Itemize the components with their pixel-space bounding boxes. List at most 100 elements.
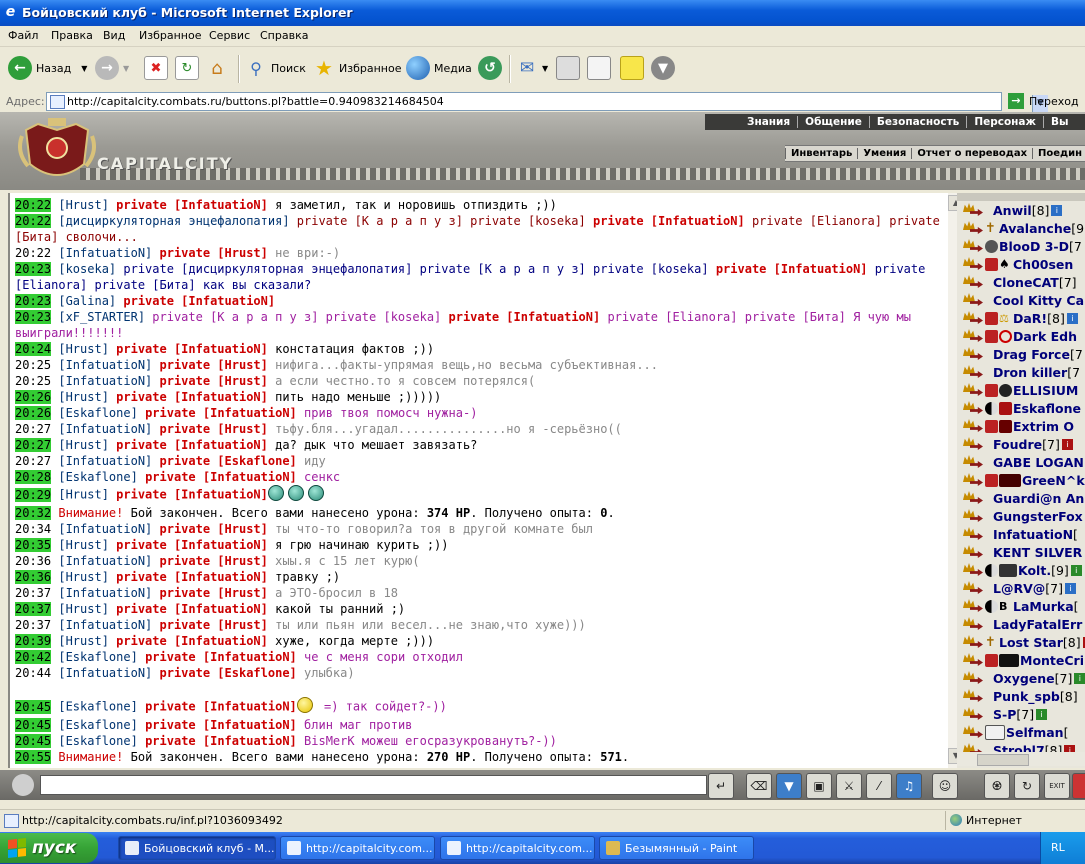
refresh-button[interactable]: ↻ — [175, 53, 199, 83]
user-info-icon[interactable]: i — [1070, 564, 1082, 576]
user-info-icon[interactable]: i — [1036, 708, 1048, 720]
user-name[interactable]: Ch00sen — [1013, 257, 1073, 272]
user-row[interactable]: LadyFatalErr — [963, 615, 1082, 633]
chat-timestamp[interactable]: 20:28 — [15, 470, 52, 484]
nav-skills[interactable]: Умения — [857, 148, 911, 159]
chat-recipient[interactable]: private [Hrust] — [152, 374, 268, 388]
chat-timestamp[interactable]: 20:25 — [15, 358, 51, 372]
chat-recipient[interactable]: private [Hrust] — [152, 358, 268, 372]
clan-badge-icon[interactable] — [985, 329, 1013, 343]
private-message-icon[interactable] — [963, 401, 983, 415]
taskbar-item-ie-game[interactable]: Бойцовский клуб - М... — [118, 836, 276, 860]
user-name[interactable]: GungsterFox — [993, 509, 1083, 524]
menu-file[interactable]: Файл — [8, 29, 38, 42]
taskbar-item-ie-2[interactable]: http://capitalcity.com... — [440, 836, 595, 860]
chat-author[interactable]: [Eskaflone] — [58, 406, 137, 420]
chat-author[interactable]: [InfatuatioN] — [58, 358, 152, 372]
private-message-icon[interactable] — [963, 221, 983, 235]
chat-timestamp[interactable]: 20:37 — [15, 618, 51, 632]
clan-badge-icon[interactable] — [985, 401, 1013, 415]
chat-timestamp[interactable]: 20:55 — [15, 750, 52, 764]
chat-author[interactable]: [InfatuatioN] — [58, 422, 152, 436]
history-button[interactable]: ↺ — [478, 53, 502, 83]
user-name[interactable]: GABE LOGAN — [993, 455, 1084, 470]
private-message-icon[interactable] — [963, 617, 983, 631]
chat-timestamp[interactable]: 20:36 — [15, 554, 51, 568]
clan-badge-icon[interactable] — [985, 383, 1013, 397]
user-name[interactable]: Extrim O — [1013, 419, 1074, 434]
user-name[interactable]: Anwil — [993, 203, 1032, 218]
user-row[interactable]: Dark Edh — [963, 327, 1077, 345]
private-message-icon[interactable] — [963, 275, 983, 289]
user-row[interactable]: Drag Force [7 — [963, 345, 1083, 363]
nav-security[interactable]: Безопасность — [868, 116, 966, 128]
user-name[interactable]: Dron killer — [993, 365, 1067, 380]
taskbar-item-ie-1[interactable]: http://capitalcity.com... — [280, 836, 435, 860]
user-info-icon[interactable]: i — [1064, 582, 1076, 594]
user-name[interactable]: GreeN^k — [1022, 473, 1085, 488]
media-button[interactable]: Медиа — [406, 53, 472, 83]
chat-author[interactable]: [InfatuatioN] — [58, 554, 152, 568]
chat-author[interactable]: [Hrust] — [58, 438, 109, 452]
private-message-icon[interactable] — [963, 491, 983, 505]
user-name[interactable]: MonteCri — [1020, 653, 1084, 668]
mail-dropdown-icon[interactable]: ▼ — [542, 64, 548, 73]
clan-badge-icon[interactable] — [985, 653, 1020, 667]
chat-recipient[interactable]: private [К а р а п у з] — [290, 214, 463, 228]
user-row[interactable]: ✝ Avalanche [9 — [963, 219, 1084, 237]
user-name[interactable]: Eskaflone — [1013, 401, 1081, 416]
chat-timestamp[interactable]: 20:39 — [15, 634, 52, 648]
clan-badge-icon[interactable]: ✝ — [985, 636, 999, 649]
clan-badge-icon[interactable]: ✝ — [985, 222, 999, 235]
chat-timestamp[interactable]: 20:44 — [15, 666, 51, 680]
clan-badge-icon[interactable] — [985, 473, 1022, 487]
edit-button[interactable] — [587, 53, 611, 83]
user-name[interactable]: Avalanche — [999, 221, 1071, 236]
private-message-icon[interactable] — [963, 653, 983, 667]
user-name[interactable]: Dark Edh — [1013, 329, 1077, 344]
address-url[interactable]: http://capitalcity.combats.ru/buttons.pl… — [67, 95, 444, 108]
sound-toggle-button[interactable]: ♫ — [896, 773, 922, 799]
user-row[interactable]: GungsterFox — [963, 507, 1083, 525]
user-row[interactable]: ✝Lost Star[8]i — [963, 633, 1085, 651]
private-message-icon[interactable] — [963, 329, 983, 343]
chat-recipient[interactable]: private [InfatuatioN] — [109, 488, 268, 502]
private-message-icon[interactable] — [963, 707, 983, 721]
private-message-icon[interactable] — [963, 239, 983, 253]
user-row[interactable]: ELLISIUM — [963, 381, 1078, 399]
user-row[interactable]: MonteCri — [963, 651, 1084, 669]
go-button[interactable]: → Переход — [1008, 93, 1079, 109]
chat-timestamp[interactable]: 20:37 — [15, 586, 51, 600]
mail-button[interactable]: ✉ ▼ — [516, 53, 548, 83]
chat-message-input[interactable] — [40, 775, 707, 795]
private-message-icon[interactable] — [963, 347, 983, 361]
chat-author[interactable]: [xF_STARTER] — [58, 310, 145, 324]
chat-author[interactable]: [Hrust] — [58, 602, 109, 616]
chat-recipient[interactable]: private [InfatuatioN] — [709, 262, 868, 276]
chat-author[interactable]: [InfatuatioN] — [58, 666, 152, 680]
chat-recipient[interactable]: private [InfatuatioN] — [109, 342, 268, 356]
user-info-icon[interactable]: i — [1074, 672, 1085, 684]
nav-inventory[interactable]: Инвентарь — [785, 148, 857, 159]
chat-author[interactable]: [Hrust] — [58, 488, 109, 502]
chat-author[interactable]: [InfatuatioN] — [58, 374, 152, 388]
chat-author[interactable]: [Hrust] — [58, 570, 109, 584]
stop-button[interactable]: ✖ — [144, 53, 168, 83]
user-row[interactable]: Oxygene [7] i — [963, 669, 1085, 687]
menu-view[interactable]: Вид — [103, 29, 125, 42]
private-message-icon[interactable] — [963, 365, 983, 379]
chat-recipient[interactable]: private [Hrust] — [152, 246, 268, 260]
smiles-button[interactable]: ☺ — [932, 773, 958, 799]
nav-transfers-report[interactable]: Отчет о переводах — [911, 148, 1032, 159]
chat-author[interactable]: [Eskaflone] — [58, 700, 137, 714]
chat-timestamp[interactable]: 20:26 — [15, 390, 52, 404]
chat-author[interactable]: [Hrust] — [58, 538, 109, 552]
chat-recipient[interactable]: private [Elianora] — [745, 214, 882, 228]
chat-recipient[interactable]: private [InfatuatioN] — [109, 634, 268, 648]
chat-timestamp[interactable]: 20:34 — [15, 522, 51, 536]
chat-timestamp[interactable]: 20:45 — [15, 718, 52, 732]
chat-recipient[interactable]: private [InfatuatioN] — [109, 570, 268, 584]
chat-recipient[interactable]: private [InfatuatioN] — [109, 602, 268, 616]
clan-badge-icon[interactable] — [985, 419, 1013, 433]
user-info-icon[interactable]: i — [1051, 204, 1063, 216]
